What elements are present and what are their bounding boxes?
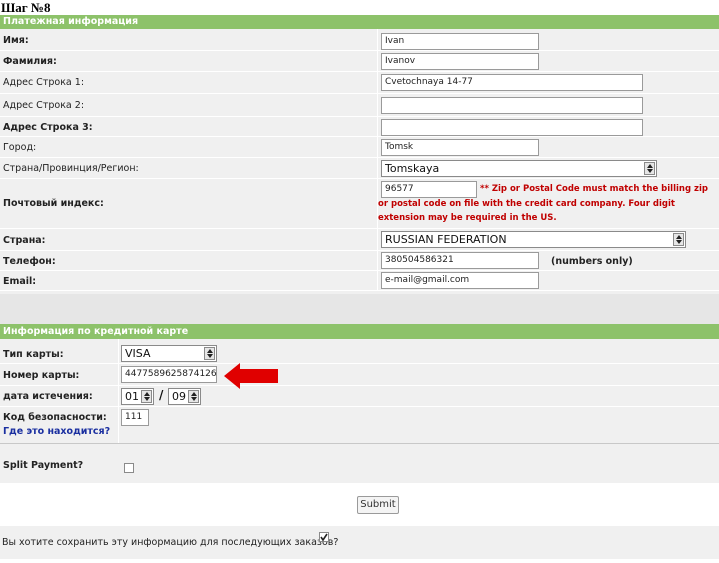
- first-name-input[interactable]: Ivan: [381, 33, 539, 50]
- row-divider: [0, 228, 719, 229]
- email-label: Email:: [3, 276, 37, 287]
- row-divider: [0, 50, 719, 51]
- select-arrow-icon: [141, 390, 152, 403]
- address1-input[interactable]: Cvetochnaya 14-77: [381, 74, 643, 91]
- city-input[interactable]: Tomsk: [381, 139, 539, 156]
- last-name-input[interactable]: Ivanov: [381, 53, 539, 70]
- expiry-label: дата истечения:: [3, 391, 93, 402]
- expiry-year-value: 09: [172, 390, 186, 403]
- select-arrow-icon: [188, 390, 199, 403]
- row-divider: [0, 116, 719, 117]
- phone-input[interactable]: 380504586321: [381, 252, 539, 269]
- cvv-label: Код безопасности:: [3, 412, 107, 423]
- card-type-select-value: VISA: [125, 347, 151, 360]
- address2-label: Адрес Строка 2:: [3, 100, 85, 111]
- postal-label: Почтовый индекс:: [3, 198, 104, 209]
- expiry-year-select[interactable]: 09: [168, 388, 201, 405]
- row-divider: [0, 93, 719, 94]
- split-payment-checkbox[interactable]: [124, 463, 134, 473]
- address2-input[interactable]: [381, 97, 643, 114]
- row-divider: [0, 178, 719, 179]
- card-section-header: Информация по кредитной карте: [0, 324, 719, 339]
- first-name-label: Имя:: [3, 35, 29, 46]
- row-divider: [0, 136, 719, 137]
- city-label: Город:: [3, 142, 37, 153]
- card-type-select[interactable]: VISA: [121, 345, 217, 362]
- section-spacer: [0, 294, 719, 324]
- row-divider: [0, 250, 719, 251]
- cvv-help-link[interactable]: Где это находится?: [3, 426, 110, 437]
- save-info-label: Вы хотите сохранить эту информацию для п…: [2, 537, 339, 548]
- region-select[interactable]: Tomskaya: [381, 160, 657, 177]
- billing-section-header: Платежная информация: [0, 15, 719, 29]
- row-divider: [0, 270, 719, 271]
- save-info-checkbox[interactable]: [319, 532, 329, 542]
- split-payment-label: Split Payment?: [3, 460, 84, 471]
- country-select[interactable]: RUSSIAN FEDERATION: [381, 231, 686, 248]
- checkmark-icon: [320, 533, 328, 542]
- address3-label: Адрес Строка 3:: [3, 122, 93, 133]
- row-divider: [0, 385, 719, 386]
- row-divider: [0, 71, 719, 72]
- card-column-divider: [118, 339, 119, 443]
- select-arrow-icon: [204, 347, 215, 360]
- country-label: Страна:: [3, 235, 46, 246]
- country-select-value: RUSSIAN FEDERATION: [385, 233, 507, 246]
- address1-label: Адрес Строка 1:: [3, 77, 85, 88]
- row-divider: [0, 363, 719, 364]
- postal-note: ** Zip or Postal Code must match the bil…: [378, 184, 708, 223]
- card-number-input[interactable]: 4477589625874126: [121, 366, 217, 383]
- red-arrow-icon: [224, 363, 278, 389]
- phone-label: Телефон:: [3, 256, 56, 267]
- card-panel: [0, 339, 719, 483]
- select-arrow-icon: [644, 162, 655, 175]
- region-label: Страна/Провинция/Регион:: [3, 163, 139, 174]
- step-title: Шаг №8: [1, 0, 51, 15]
- email-input[interactable]: e-mail@gmail.com: [381, 272, 539, 289]
- card-number-label: Номер карты:: [3, 370, 80, 381]
- expiry-month-select[interactable]: 01: [121, 388, 154, 405]
- submit-button[interactable]: Submit: [357, 496, 399, 514]
- row-divider: [0, 157, 719, 158]
- select-arrow-icon: [673, 233, 684, 246]
- row-divider: [0, 443, 719, 444]
- expiry-month-value: 01: [125, 390, 139, 403]
- cvv-input[interactable]: 111: [121, 409, 149, 426]
- region-select-value: Tomskaya: [385, 162, 440, 175]
- last-name-label: Фамилия:: [3, 56, 57, 67]
- row-divider: [0, 406, 719, 407]
- card-type-label: Тип карты:: [3, 349, 64, 360]
- expiry-separator: /: [159, 388, 164, 402]
- address3-input[interactable]: [381, 119, 643, 136]
- phone-hint: (numbers only): [551, 256, 633, 267]
- row-divider: [0, 290, 719, 291]
